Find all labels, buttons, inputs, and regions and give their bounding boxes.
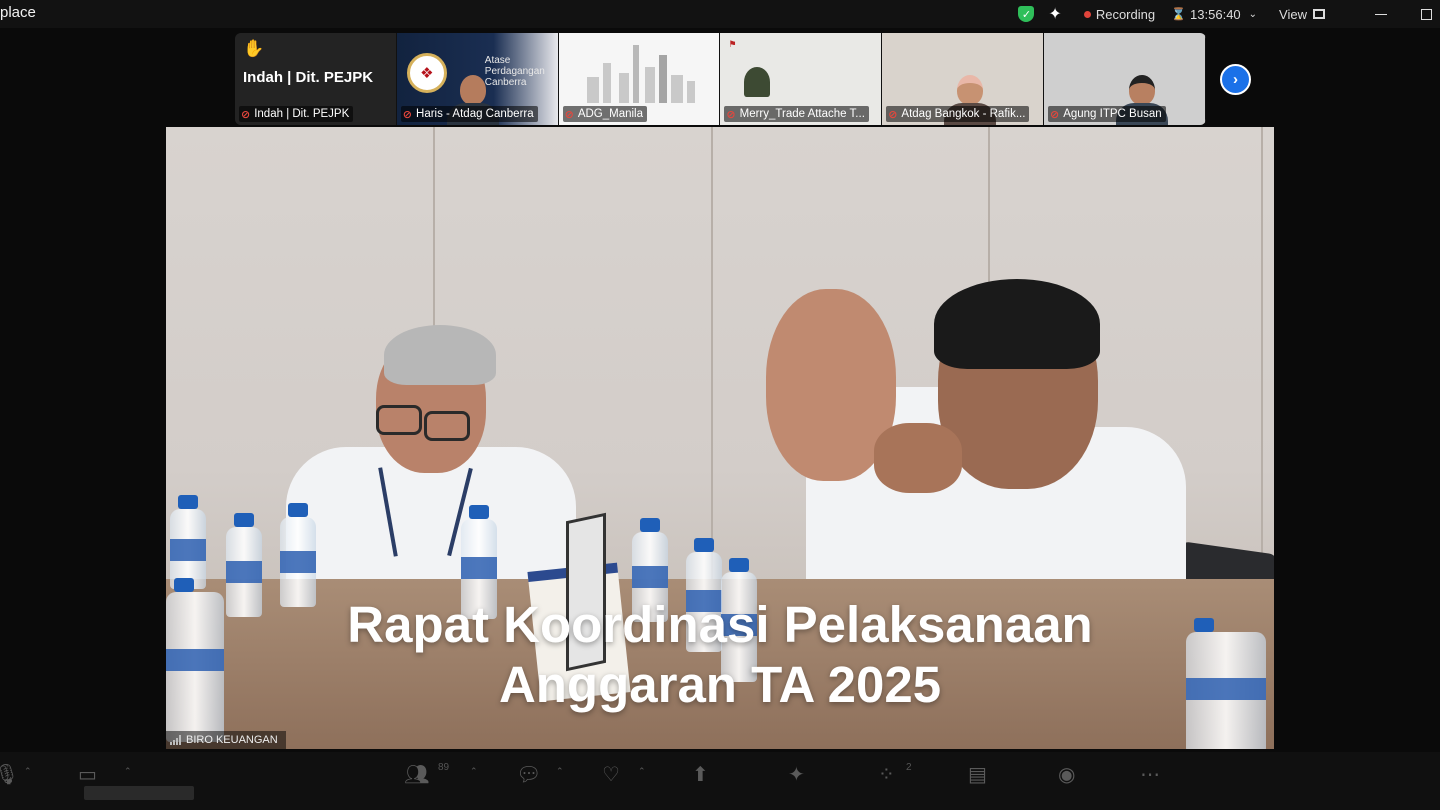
participant-name: Haris - Atdag Canberra: [416, 108, 534, 120]
participant-display-name: Indah | Dit. PEJPK: [243, 69, 374, 86]
water-bottle: [170, 495, 206, 589]
camera-icon: ▭: [78, 764, 97, 786]
mic-icon: 🎙︎: [0, 764, 20, 786]
mic-muted-icon: ⊘: [402, 108, 413, 121]
skyline-background: [567, 43, 712, 103]
record-button[interactable]: ◉: [1058, 762, 1075, 786]
meeting-timer: 13:56:40: [1190, 6, 1241, 22]
participant-name: Atdag Bangkok - Rafik...: [901, 108, 1026, 120]
participant-tile[interactable]: ⊘ ADG_Manila: [558, 33, 721, 125]
meeting-toolbar: 🎙︎ ⌃ ▭ ⌃ 👥︎ 89 ⌃ 💬︎ ⌃ ♡ ⌃ ⬆ ✦ ⁘ 2 ▤ ◉ ⋯: [0, 752, 1440, 810]
chevron-down-icon[interactable]: ⌄: [1249, 9, 1257, 20]
chevron-up-icon[interactable]: ⌃: [638, 766, 646, 777]
notes-button[interactable]: ▤: [968, 762, 987, 786]
participant-filmstrip: ✋ Indah | Dit. PEJPK ⊘ Indah | Dit. PEJP…: [235, 33, 1206, 125]
ai-companion-button[interactable]: ✦: [788, 762, 805, 786]
chat-button[interactable]: 💬︎: [516, 762, 541, 786]
participant-name-label: ⊘ Indah | Dit. PEJPK: [239, 106, 354, 122]
apps-icon: ⁘: [878, 764, 895, 786]
recording-dot-icon: [1083, 10, 1091, 18]
sparkle-icon: ✦: [788, 764, 805, 786]
view-button[interactable]: View: [1279, 7, 1307, 22]
active-speaker-video: Rapat Koordinasi Pelaksanaan Anggaran TA…: [166, 127, 1274, 749]
notes-icon: ▤: [968, 764, 987, 786]
emblem-icon: ⚑: [728, 39, 737, 49]
participant-tile[interactable]: ✋ Indah | Dit. PEJPK ⊘ Indah | Dit. PEJP…: [235, 33, 397, 125]
zoom-meeting-window: place ✓ ✦ Recording ⌛ 13:56:40 ⌄ View ✋ …: [0, 0, 1440, 810]
share-button[interactable]: ⬆: [692, 762, 709, 786]
participant-tile[interactable]: ⊘ Agung ITPC Busan: [1043, 33, 1206, 125]
recording-label[interactable]: Recording: [1096, 7, 1155, 22]
raised-hand-icon: ✋: [243, 39, 265, 58]
chevron-up-icon[interactable]: ⌃: [470, 766, 478, 777]
overlay-line-1: Rapat Koordinasi Pelaksanaan: [347, 596, 1093, 653]
people-icon: 👥︎: [404, 764, 430, 786]
participant-name-label: ⊘ Agung ITPC Busan: [1047, 106, 1166, 122]
water-bottle: [280, 503, 316, 607]
participant-name-label: ⊘ Atdag Bangkok - Rafik...: [886, 106, 1030, 122]
chevron-up-icon[interactable]: ⌃: [124, 766, 132, 777]
participant-name: Merry_Trade Attache T...: [739, 108, 865, 120]
record-icon: ◉: [1058, 764, 1076, 786]
participant-name: ADG_Manila: [577, 108, 644, 120]
mic-muted-icon: ⊘: [726, 108, 736, 121]
participant-name: Agung ITPC Busan: [1063, 108, 1162, 120]
participant-name-label: ⊘ Merry_Trade Attache T...: [724, 106, 869, 122]
window-title: place: [0, 4, 36, 21]
participant-name-label: ⊘ ADG_Manila: [562, 106, 648, 122]
more-icon: ⋯: [1140, 764, 1160, 786]
mic-muted-icon: ⊘: [564, 108, 574, 121]
apps-button[interactable]: ⁘ 2: [878, 762, 912, 786]
participant-tile[interactable]: ⊘ Atdag Bangkok - Rafik...: [882, 33, 1044, 125]
more-button[interactable]: ⋯: [1140, 762, 1160, 786]
participant-tile[interactable]: ⚑ ⊘ Merry_Trade Attache T...: [720, 33, 883, 125]
filmstrip-next-button[interactable]: ›: [1220, 64, 1251, 95]
security-shield-icon[interactable]: ✓: [1018, 6, 1035, 22]
title-bar: place ✓ ✦ Recording ⌛ 13:56:40 ⌄ View: [0, 0, 1440, 28]
meeting-title-overlay: Rapat Koordinasi Pelaksanaan Anggaran TA…: [166, 595, 1274, 715]
share-icon: ⬆: [692, 764, 709, 786]
participant-name: Indah | Dit. PEJPK: [254, 108, 350, 120]
participant-tile[interactable]: ❖ Atase Perdagangan Canberra ⊘ Haris - A…: [396, 33, 559, 125]
chat-icon: 💬︎: [516, 764, 542, 786]
participant-name-label: ⊘ Haris - Atdag Canberra: [400, 106, 538, 122]
chevron-right-icon: ›: [1233, 71, 1238, 88]
audio-button[interactable]: 🎙︎: [0, 762, 19, 786]
restore-window-icon[interactable]: [1421, 8, 1432, 20]
ai-companion-icon[interactable]: ✦: [1048, 4, 1061, 24]
caption-line: Atase: [484, 55, 511, 66]
wall-panel-seam: [711, 127, 713, 597]
view-grid-icon[interactable]: [1313, 9, 1325, 19]
mic-muted-icon: ⊘: [888, 108, 898, 121]
participants-button[interactable]: 👥︎ 89: [404, 762, 449, 786]
video-button[interactable]: ▭: [78, 762, 97, 786]
garuda-logo-icon: ❖: [406, 53, 447, 93]
chevron-up-icon[interactable]: ⌃: [24, 766, 32, 777]
minimize-icon[interactable]: [1375, 13, 1387, 15]
mic-muted-icon: ⊘: [1049, 108, 1060, 121]
heart-icon: ♡: [602, 764, 620, 786]
connection-signal-icon: [170, 735, 181, 745]
apps-count: 2: [906, 762, 912, 773]
react-button[interactable]: ♡: [602, 762, 620, 786]
speaker-name-label: BIRO KEUANGAN: [166, 731, 286, 749]
speaker-name: BIRO KEUANGAN: [186, 734, 278, 746]
participants-count: 89: [438, 762, 450, 773]
mic-muted-icon: ⊘: [241, 108, 251, 121]
toolbar-tooltip: [84, 786, 194, 800]
overlay-line-2: Anggaran TA 2025: [498, 656, 942, 713]
wall-panel-seam: [1261, 127, 1263, 597]
plant-background: [744, 67, 771, 97]
title-bar-controls: ✓ ✦ Recording ⌛ 13:56:40 ⌄ View: [1018, 0, 1440, 28]
chevron-up-icon[interactable]: ⌃: [556, 766, 564, 777]
hourglass-icon: ⌛: [1171, 7, 1187, 21]
